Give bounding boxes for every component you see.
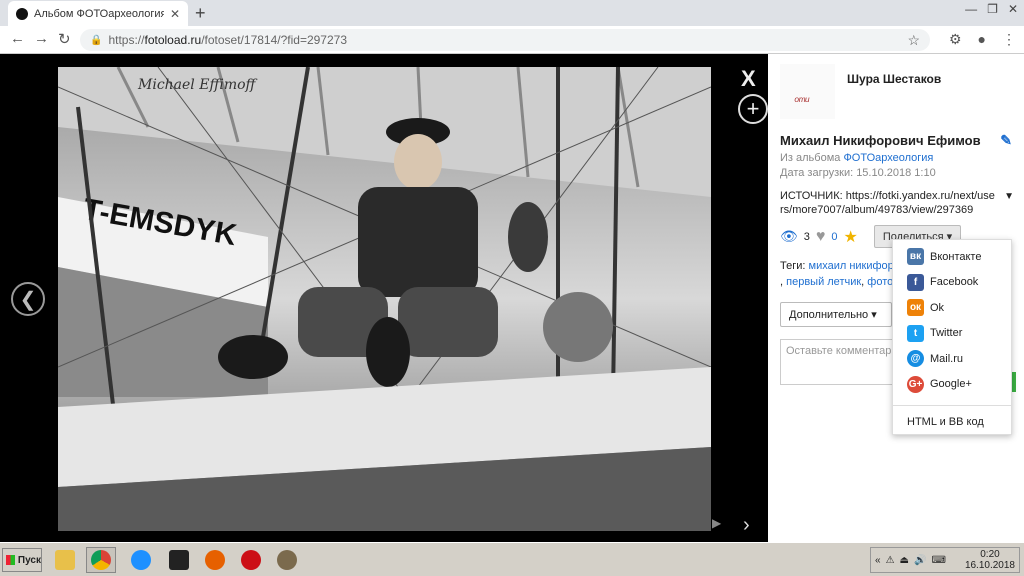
slideshow-play-icon[interactable]: ▶ — [712, 516, 721, 530]
album-link[interactable]: ФОТОархеология — [843, 152, 933, 164]
more-options-button[interactable]: Дополнительно ▾ — [780, 302, 892, 327]
share-item-html-code[interactable]: HTML и BB код — [893, 412, 1011, 432]
toolbar-icons: ⚙ ● ⋮ — [949, 31, 1016, 48]
upload-date: Дата загрузки: 15.10.2018 1:10 — [780, 167, 936, 179]
photo-title-row: Михаил Никифорович Ефимов ✎ — [780, 132, 1012, 149]
firefox-app-icon[interactable] — [200, 547, 230, 573]
tag-link[interactable]: первый летчик — [786, 276, 861, 288]
share-item-twitter[interactable]: t Twitter — [893, 321, 1011, 347]
avatar[interactable]: ᵒᵐᵘ — [780, 64, 835, 119]
ok-icon: ок — [907, 299, 924, 317]
close-window-icon[interactable]: ✕ — [1008, 2, 1018, 16]
browser-toolbar: ← → ↻ 🔒 https://fotoload.ru/fotoset/1781… — [0, 26, 1024, 54]
photo-title: Михаил Никифорович Ефимов — [780, 133, 981, 148]
ie-app-icon[interactable] — [126, 547, 156, 573]
network-icon[interactable]: ⚠ — [886, 555, 895, 566]
share-item-googleplus[interactable]: G+ Google+ — [893, 372, 1011, 398]
close-viewer-button[interactable]: X — [741, 66, 756, 92]
chrome-app-icon[interactable] — [86, 547, 116, 573]
opera-app-icon[interactable] — [236, 547, 266, 573]
source-text: ИСТОЧНИК: https://fotki.yandex.ru/next/u… — [780, 190, 1014, 216]
favorite-star-icon[interactable]: ★ — [844, 227, 858, 247]
share-item-vk[interactable]: вк Вконтакте — [893, 244, 1011, 270]
volume-icon[interactable]: 🔊 — [914, 555, 926, 566]
share-dropdown: вк Вконтакте f Facebook ок Ok t Twitter … — [892, 239, 1012, 435]
menu-divider — [893, 405, 1011, 406]
forward-icon[interactable]: → — [34, 30, 49, 47]
photo-signature: Michael Effimoff — [137, 77, 258, 93]
prev-photo-button[interactable]: ❮ — [11, 282, 45, 316]
facebook-icon: f — [907, 273, 924, 291]
back-icon[interactable]: ← — [10, 30, 25, 47]
zoom-icon[interactable]: + — [738, 94, 768, 124]
eye-icon: 👁 — [780, 228, 798, 244]
browser-tab[interactable]: Альбом ФОТОархеология на фото ✕ — [8, 1, 188, 26]
restore-icon[interactable]: ❐ — [987, 2, 998, 16]
bookmark-star-icon[interactable]: ☆ — [907, 32, 920, 49]
tray-expand-icon[interactable]: « — [875, 555, 881, 566]
usb-icon[interactable]: ⏏ — [900, 555, 909, 566]
extension-icon[interactable]: ⚙ — [949, 31, 962, 48]
site-favicon-icon — [16, 7, 28, 20]
share-item-facebook[interactable]: f Facebook — [893, 270, 1011, 296]
googleplus-icon: G+ — [907, 375, 924, 393]
system-tray: « ⚠ ⏏ 🔊 ⌨ 0:20 16.10.2018 — [870, 547, 1020, 573]
tag-link[interactable]: фото — [867, 276, 893, 288]
taskbar: Пуск « ⚠ ⏏ 🔊 ⌨ 0:20 16.10.2018 — [0, 542, 1024, 576]
author-name[interactable]: Шура Шестаков — [847, 72, 941, 86]
lock-icon: 🔒 — [90, 34, 103, 46]
inkscape-app-icon[interactable] — [164, 547, 194, 573]
url-text: https://fotoload.ru/fotoset/17814/?fid=2… — [108, 33, 347, 47]
minimize-icon[interactable]: — — [965, 2, 977, 16]
tab-bar: Альбом ФОТОархеология на фото ✕ + — ❐ ✕ — [0, 0, 1024, 26]
vk-icon: вк — [907, 248, 924, 266]
clock[interactable]: 0:20 16.10.2018 — [965, 549, 1015, 571]
tab-title: Альбом ФОТОархеология на фото — [34, 7, 164, 20]
author-row: ᵒᵐᵘ Шура Шестаков — [780, 64, 1012, 122]
language-icon[interactable]: ⌨ — [931, 555, 945, 566]
gimp-app-icon[interactable] — [272, 547, 302, 573]
start-button[interactable]: Пуск — [2, 548, 42, 572]
window-controls: — ❐ ✕ — [965, 2, 1018, 16]
photo-viewer: T-EMSDYK Michael Effimoff ❮ X + ▶ › — [0, 54, 768, 542]
windows-flag-icon — [6, 555, 15, 565]
main-photo[interactable]: T-EMSDYK Michael Effimoff — [58, 67, 711, 531]
tag-link[interactable]: михаил никифор — [809, 260, 894, 272]
views-count: 3 — [803, 230, 810, 243]
edit-icon[interactable]: ✎ — [1000, 132, 1012, 149]
mailru-icon: @ — [907, 350, 924, 368]
album-info: Из альбома ФОТОархеология — [780, 152, 934, 164]
menu-icon[interactable]: ⋮ — [1002, 31, 1016, 48]
share-item-mailru[interactable]: @ Mail.ru — [893, 346, 1011, 372]
address-bar[interactable]: 🔒 https://fotoload.ru/fotoset/17814/?fid… — [80, 29, 930, 51]
close-tab-icon[interactable]: ✕ — [170, 7, 180, 21]
avatar-signature: ᵒᵐᵘ — [794, 94, 809, 108]
likes-count: 0 — [831, 230, 838, 243]
caret-down-icon[interactable]: ▼ — [1004, 190, 1014, 204]
share-item-ok[interactable]: ок Ok — [893, 295, 1011, 321]
photo-image: T-EMSDYK Michael Effimoff — [58, 67, 711, 531]
heart-icon[interactable]: ♥ — [816, 228, 826, 246]
new-tab-button[interactable]: + — [195, 3, 206, 24]
twitter-icon: t — [907, 324, 924, 342]
reload-icon[interactable]: ↻ — [58, 30, 71, 48]
next-photo-button[interactable]: › — [743, 514, 750, 537]
explorer-app-icon[interactable] — [50, 547, 80, 573]
account-icon[interactable]: ● — [978, 31, 986, 48]
